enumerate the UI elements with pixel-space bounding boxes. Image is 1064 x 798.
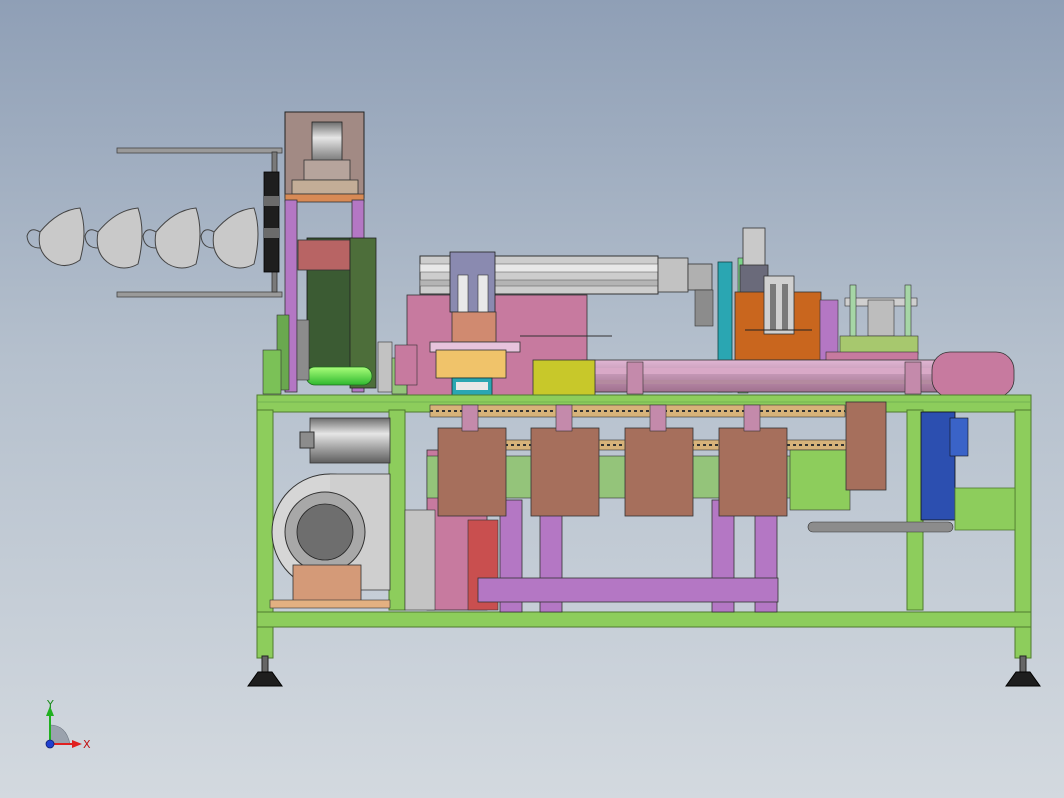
mask-4 xyxy=(200,207,259,269)
blower-fan xyxy=(269,417,391,609)
station-block-1 xyxy=(437,427,507,517)
mask-2 xyxy=(84,207,143,269)
leveling-feet xyxy=(247,655,1041,687)
right-brown-box xyxy=(845,401,887,491)
cad-viewport[interactable]: Y X xyxy=(0,0,1064,798)
bottom-rail xyxy=(256,611,1032,628)
machine-assembly-drawing: Y X xyxy=(26,111,1041,751)
station-block-2 xyxy=(530,427,600,517)
lower-crossbeam xyxy=(477,577,779,603)
mask-3 xyxy=(142,207,201,269)
station-block-4 xyxy=(718,427,788,517)
right-pink-cover xyxy=(931,351,1015,398)
leg-inner-left xyxy=(388,409,406,611)
mask-1 xyxy=(26,207,85,266)
station-block-3 xyxy=(624,427,694,517)
leg-inner-right xyxy=(906,409,924,611)
right-press-station xyxy=(825,284,919,363)
axis-triad: Y X xyxy=(45,698,91,751)
axis-origin xyxy=(45,739,55,749)
axis-y-label: Y xyxy=(46,698,54,711)
mask-guide-rod-top xyxy=(116,147,283,154)
mask-guide-rod-bottom xyxy=(116,291,283,298)
feeder-red-plate xyxy=(297,239,351,271)
mask-pusher-black xyxy=(263,171,280,273)
axis-x-label: X xyxy=(83,738,91,751)
green-roller xyxy=(305,366,373,386)
mask-stack xyxy=(26,207,259,269)
yellow-plate xyxy=(532,359,596,397)
